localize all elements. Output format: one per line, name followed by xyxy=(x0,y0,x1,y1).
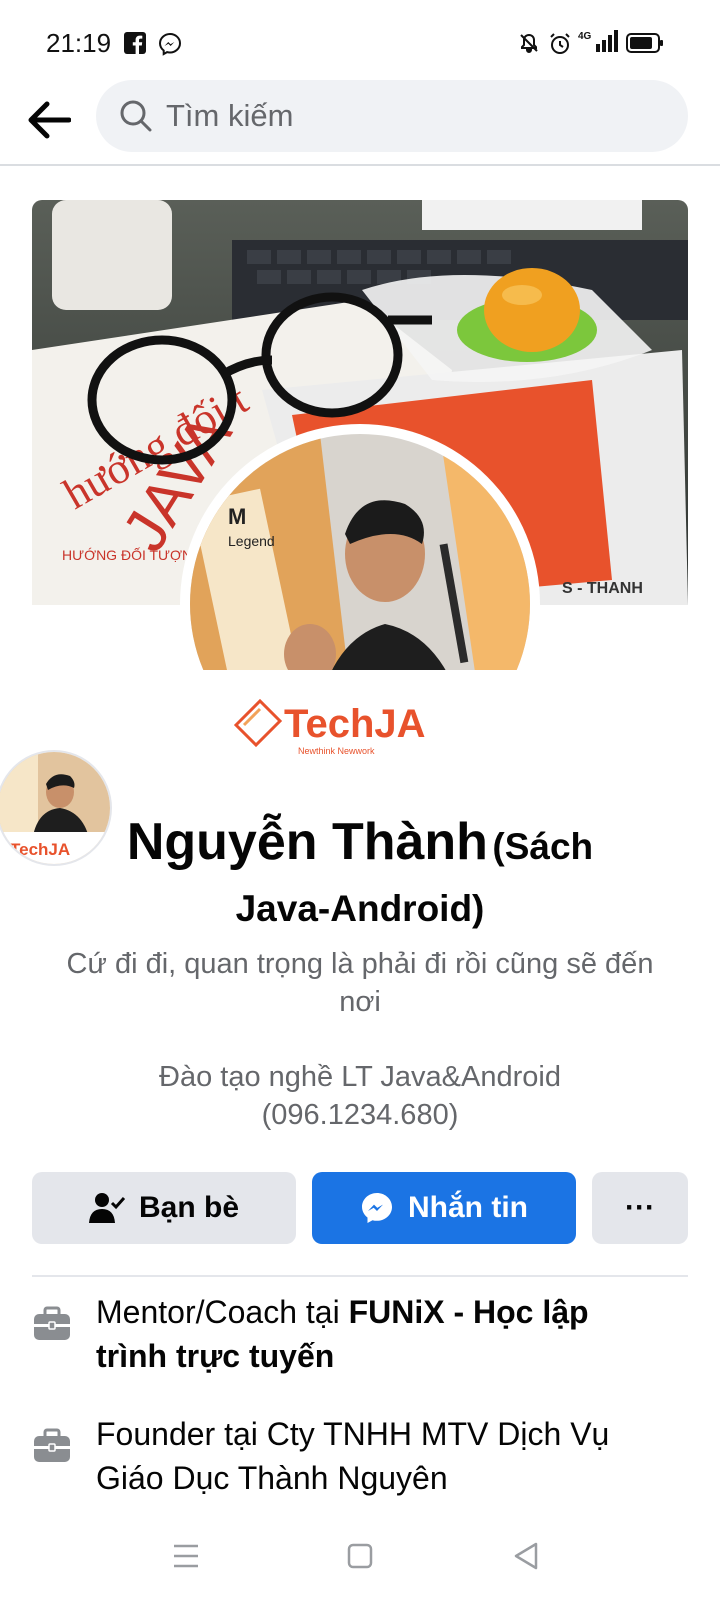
status-bar: 21:19 4G xyxy=(0,0,720,80)
bell-muted-icon xyxy=(518,32,540,59)
techja-logo: TechJA Newthink Newwork xyxy=(233,697,474,759)
home-square-icon xyxy=(347,1543,373,1569)
signal-4g-icon: 4G xyxy=(578,30,618,59)
more-icon: ··· xyxy=(625,1191,655,1224)
system-back-button[interactable] xyxy=(504,1534,548,1578)
work-line-2: (096.1234.680) xyxy=(261,1099,459,1131)
system-nav-bar xyxy=(0,1510,720,1600)
briefcase-icon xyxy=(32,1304,72,1344)
facebook-icon xyxy=(124,32,146,59)
svg-text:4G: 4G xyxy=(578,31,592,42)
profile-name: Nguyễn Thành (Sách Java-Android) xyxy=(60,815,660,944)
svg-text:Legend: Legend xyxy=(228,533,275,549)
name-suffix-2: Java-Android) xyxy=(235,888,485,929)
more-options-button[interactable]: ··· xyxy=(592,1172,688,1244)
search-bar[interactable] xyxy=(96,80,688,152)
messenger-icon xyxy=(362,1193,392,1223)
name-suffix-1: (Sách xyxy=(492,826,594,867)
name-main: Nguyễn Thành xyxy=(126,813,488,871)
friend-check-icon xyxy=(88,1193,125,1223)
alarm-icon xyxy=(548,32,572,61)
profile-bio: Cứ đi đi, quan trọng là phải đi rồi cũng… xyxy=(66,948,654,1018)
info-text-2: Founder tại Cty TNHH MTV Dịch Vụ Giáo Dụ… xyxy=(96,1412,656,1500)
status-time: 21:19 xyxy=(46,28,112,58)
svg-text:HƯỚNG ĐỐI TƯỢNG: HƯỚNG ĐỐI TƯỢNG xyxy=(62,546,203,563)
messenger-icon xyxy=(158,32,182,61)
svg-text:S - THANH: S - THANH xyxy=(562,580,643,597)
profile-work-line: Đào tạo nghề LT Java&Android (096.1234.6… xyxy=(60,1058,660,1134)
message-button[interactable]: Nhắn tin xyxy=(312,1172,576,1244)
search-input[interactable] xyxy=(166,80,646,152)
search-icon xyxy=(118,98,154,139)
info-prefix-2: Founder tại Cty TNHH MTV Dịch Vụ Giáo Dụ… xyxy=(96,1416,610,1496)
info-prefix-1: Mentor/Coach tại xyxy=(96,1294,349,1330)
info-text-1: Mentor/Coach tại FUNiX - Học lập trình t… xyxy=(96,1290,656,1378)
friends-label: Bạn bè xyxy=(138,1191,240,1224)
back-button[interactable] xyxy=(20,92,76,148)
work-line-1: Đào tạo nghề LT Java&Android xyxy=(159,1061,561,1093)
menu-button[interactable] xyxy=(164,1534,208,1578)
message-label: Nhắn tin xyxy=(408,1191,528,1224)
logo-tagline: Newthink Newwork xyxy=(298,746,375,756)
battery-icon xyxy=(626,33,664,58)
briefcase-icon xyxy=(32,1426,72,1466)
friends-button[interactable]: Bạn bè xyxy=(32,1172,296,1244)
top-bar xyxy=(0,80,720,166)
back-triangle-icon xyxy=(514,1542,538,1570)
divider xyxy=(32,1275,688,1277)
back-arrow-icon xyxy=(28,101,71,139)
svg-text:M: M xyxy=(228,504,246,529)
home-button[interactable] xyxy=(338,1534,382,1578)
logo-text: TechJA xyxy=(284,702,426,746)
menu-icon xyxy=(174,1544,198,1568)
